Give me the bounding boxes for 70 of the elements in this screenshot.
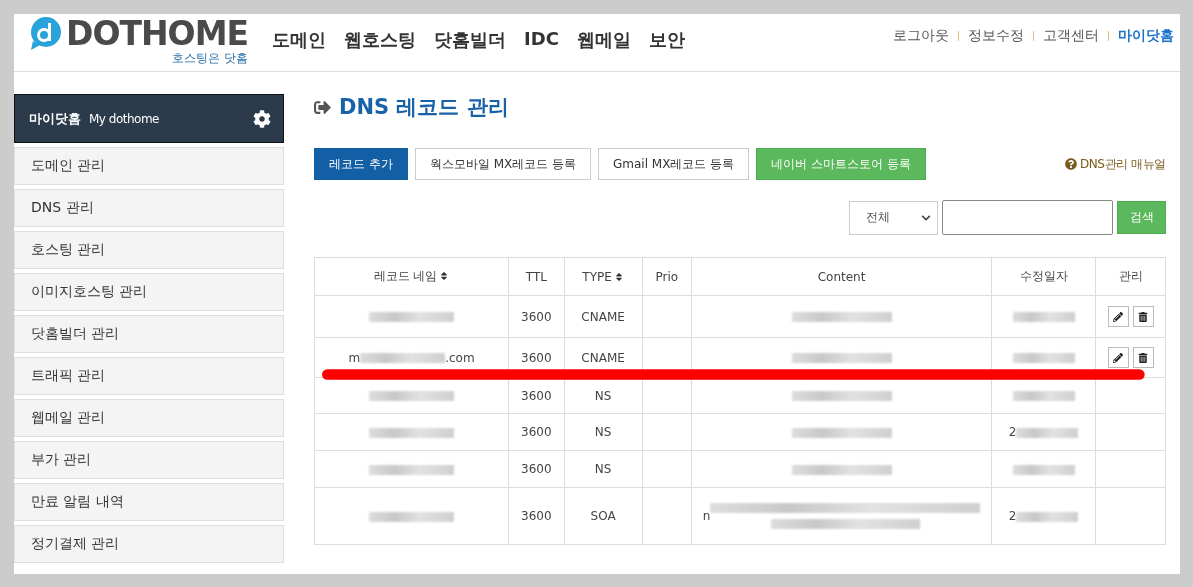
table-cell: SOA [564,487,643,545]
table-cell: 3600 [508,487,565,545]
table-cell: CNAME [564,295,643,338]
record-name: m [348,350,361,365]
sidebar-item[interactable]: 호스팅 관리 [14,231,284,269]
chevron-icon [921,212,931,223]
help-icon [1064,158,1077,170]
pencil-icon [1113,311,1124,322]
sidebar-item[interactable]: 트래픽 관리 [14,357,284,395]
settings-icon[interactable] [253,109,271,128]
record-date: 2 [1008,425,1017,439]
header-link[interactable]: 마이닷홈 [1118,26,1174,45]
sort-icon[interactable] [613,271,624,282]
sidebar-item[interactable]: 닷홈빌더 관리 [14,315,284,353]
nav-link[interactable]: 도메인 [272,27,326,52]
logo-text: DOTHOME [66,16,248,51]
trash-icon [1138,311,1149,322]
header-link[interactable]: 고객센터 [1043,26,1099,45]
nav-link[interactable]: 웹메일 [576,27,631,52]
edit-button[interactable] [1107,347,1129,368]
delete-button[interactable] [1132,347,1154,368]
delete-button[interactable] [1132,306,1154,327]
header-link[interactable]: 정보수정 [968,26,1024,45]
blurred-text [1012,312,1075,322]
record-date: 2 [1008,509,1017,523]
column-header: 관리 [1095,257,1166,296]
logo-tagline: 호스팅은 닷홈 [172,50,248,65]
sort-icon[interactable] [439,271,450,281]
blurred-text [1016,511,1079,522]
record-content: n [702,508,711,523]
blurred-text [1012,353,1075,363]
nav-link[interactable]: 웹호스팅 [344,27,416,52]
blurred-text [1012,391,1075,401]
pencil-icon [1113,352,1124,363]
action-button[interactable]: Gmail MX레코드 등록 [598,148,750,180]
page-title: DNS 레코드 관리 [339,94,509,121]
table-cell: 3600 [508,413,565,451]
nav-link[interactable]: 보안 [648,27,685,52]
column-header: Prio [642,257,692,296]
sidebar-item[interactable]: 만료 알림 내역 [14,483,284,521]
header-link[interactable]: 로그아웃 [893,26,949,45]
column-header: TTL [508,257,565,296]
search-field[interactable] [942,200,1113,235]
edit-button[interactable] [1107,306,1129,327]
nav-link[interactable]: 닷홈빌더 [434,27,506,52]
sidebar-item[interactable]: 정기결제 관리 [14,525,284,563]
sidebar-item[interactable]: 부가 관리 [14,441,284,479]
column-header[interactable]: TYPE [564,257,643,296]
table-cell: 3600 [508,295,565,338]
sidebar-item[interactable]: 웹메일 관리 [14,399,284,437]
record-name: .com [445,350,475,365]
sidebar-item[interactable]: 이미지호스팅 관리 [14,273,284,311]
table-cell: 3600 [508,450,565,488]
sidebar-item[interactable]: 도메인 관리 [14,147,284,185]
action-button[interactable]: 웍스모바일 MX레코드 등록 [414,148,592,180]
column-header: 수정일자 [991,257,1096,296]
table-cell: NS [564,413,643,451]
nav-link[interactable]: IDC [524,27,559,52]
trash-icon [1138,352,1149,363]
table-cell: NS [564,450,643,488]
blurred-text [1012,464,1075,475]
blurred-text [1016,427,1079,438]
action-button[interactable]: 레코드 추가 [314,148,408,180]
sidebar-item[interactable]: DNS 관리 [14,189,284,227]
column-header[interactable]: 레코드 네임 [314,257,509,296]
filter-select[interactable]: 전체 [849,200,938,235]
column-header: Content [691,257,992,296]
sidebar-subtitle: My dothome [89,111,159,126]
sidebar-title: 마이닷홈 [29,109,81,128]
sign-out-icon [314,98,331,116]
